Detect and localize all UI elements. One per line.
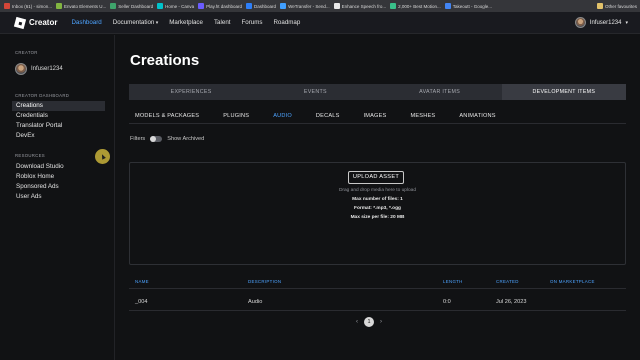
- bookmark-favicon: [198, 3, 205, 9]
- bookmark-favicon: [280, 3, 287, 9]
- cell-length: 0:0: [443, 299, 451, 305]
- sidebar-item-user-ads[interactable]: User Ads: [12, 192, 105, 202]
- column-header-created[interactable]: CREATED: [496, 279, 519, 284]
- avatar: [15, 63, 27, 75]
- nav-documentation[interactable]: Documentation: [113, 19, 159, 26]
- upload-dropzone[interactable]: UPLOAD ASSET Drag and drop media here to…: [129, 162, 626, 265]
- tab-events[interactable]: EVENTS: [253, 84, 377, 100]
- sidebar-item-roblox-home[interactable]: Roblox Home: [12, 172, 105, 182]
- sidebar-username: Infuser1234: [31, 66, 63, 72]
- avatar: [574, 17, 586, 28]
- cell-name[interactable]: _004: [135, 299, 147, 305]
- tab-development-items[interactable]: DEVELOPMENT ITEMS: [501, 84, 626, 100]
- username: Infuser1234: [589, 19, 622, 26]
- tab-avatar-items[interactable]: AVATAR ITEMS: [378, 84, 502, 100]
- roblox-logo-icon: [13, 16, 27, 29]
- cell-description: Audio: [248, 299, 263, 305]
- top-nav: Creator Dashboard Documentation Marketpl…: [0, 12, 640, 34]
- column-header-on-marketplace[interactable]: ON MARKETPLACE: [550, 279, 595, 284]
- bookmark-favicon: [157, 3, 164, 9]
- bookmark-item[interactable]: Inbox (61) - simon...: [4, 3, 52, 9]
- nav-dashboard[interactable]: Dashboard: [71, 19, 101, 26]
- divider: [129, 288, 626, 289]
- upload-hint: Drag and drop media here to upload: [338, 188, 417, 193]
- nav-links: Dashboard Documentation Marketplace Tale…: [71, 19, 300, 26]
- bookmarks-bar: Inbox (61) - simon... Envato Elements U.…: [0, 0, 640, 12]
- section-title-dashboard: CREATOR DASHBOARD: [15, 93, 70, 98]
- section-title-resources: RESOURCES: [15, 153, 45, 158]
- bookmark-favicon: [110, 3, 117, 9]
- bookmark-item[interactable]: Home - Canva: [157, 3, 194, 9]
- sidebar-user[interactable]: Infuser1234: [15, 63, 63, 75]
- sidebar-item-sponsored-ads[interactable]: Sponsored Ads: [12, 182, 105, 192]
- column-header-name[interactable]: NAME: [135, 279, 149, 284]
- bookmark-item[interactable]: WeTransfer - Send...: [280, 3, 330, 9]
- bookmark-item[interactable]: Seller Dashboard: [110, 3, 153, 9]
- cell-created: Jul 26, 2023: [496, 299, 527, 305]
- nav-talent[interactable]: Talent: [214, 19, 231, 26]
- folder-icon: [596, 3, 603, 9]
- bookmark-item[interactable]: Enhance Speech fro...: [333, 3, 386, 9]
- bookmark-favicon: [390, 3, 397, 9]
- divider: [129, 310, 626, 311]
- bookmark-item[interactable]: Play.ht dashboard: [198, 3, 242, 9]
- creator-logo[interactable]: Creator: [13, 16, 57, 29]
- format-info: Format: *.mp3, *.ogg: [354, 206, 401, 211]
- sidebar: CREATOR Infuser1234 CREATOR DASHBOARD Cr…: [0, 35, 115, 360]
- bookmark-favicon: [56, 3, 63, 9]
- max-size-info: Max size per file: 20 MB: [350, 215, 405, 220]
- show-archived-toggle[interactable]: [150, 136, 163, 142]
- bookmark-item[interactable]: Takeoutt - Google...: [444, 3, 492, 9]
- section-title-creator: CREATOR: [15, 50, 38, 55]
- bookmark-favicon: [333, 3, 340, 9]
- prev-page-icon[interactable]: ‹: [356, 319, 358, 325]
- category-tabs: EXPERIENCES EVENTS AVATAR ITEMS DEVELOPM…: [129, 84, 626, 100]
- filters-label: Filters: [130, 136, 146, 142]
- page-number[interactable]: 1: [364, 317, 374, 327]
- next-page-icon[interactable]: ›: [380, 319, 382, 325]
- nav-marketplace[interactable]: Marketplace: [169, 19, 203, 26]
- user-menu[interactable]: Infuser1234 ▾: [574, 17, 628, 28]
- pagination: ‹ 1 ›: [356, 317, 382, 327]
- filters-bar: Filters Show Archived: [130, 136, 204, 142]
- bookmark-favicon: [246, 3, 253, 9]
- chevron-down-icon: ▾: [625, 19, 628, 26]
- sidebar-item-creations[interactable]: Creations: [12, 101, 105, 111]
- max-files-info: Max number of files: 1: [352, 197, 403, 202]
- main-content: Creations EXPERIENCES EVENTS AVATAR ITEM…: [116, 35, 640, 360]
- upload-asset-button[interactable]: UPLOAD ASSET: [348, 171, 404, 184]
- bookmark-item[interactable]: Dashboard: [246, 3, 276, 9]
- bookmark-favicon: [444, 3, 451, 9]
- mouse-cursor-icon: [95, 149, 110, 164]
- nav-forums[interactable]: Forums: [241, 19, 262, 26]
- sidebar-item-devex[interactable]: DevEx: [12, 131, 105, 141]
- sidebar-item-credentials[interactable]: Credentials: [12, 111, 105, 121]
- sidebar-item-translator-portal[interactable]: Translator Portal: [12, 121, 105, 131]
- show-archived-label: Show Archived: [167, 136, 205, 142]
- page-title: Creations: [130, 52, 200, 69]
- nav-roadmap[interactable]: Roadmap: [273, 19, 300, 26]
- tab-experiences[interactable]: EXPERIENCES: [129, 84, 253, 100]
- bookmark-favicon: [4, 3, 10, 9]
- column-header-length[interactable]: LENGTH: [443, 279, 463, 284]
- other-bookmarks[interactable]: Other favourites: [596, 3, 637, 9]
- bookmark-item[interactable]: Envato Elements U...: [56, 3, 106, 9]
- divider: [129, 123, 626, 124]
- column-header-description[interactable]: DESCRIPTION: [248, 279, 281, 284]
- bookmark-item[interactable]: 2,000+ Best Motion...: [390, 3, 441, 9]
- sidebar-item-download-studio[interactable]: Download Studio: [12, 162, 105, 172]
